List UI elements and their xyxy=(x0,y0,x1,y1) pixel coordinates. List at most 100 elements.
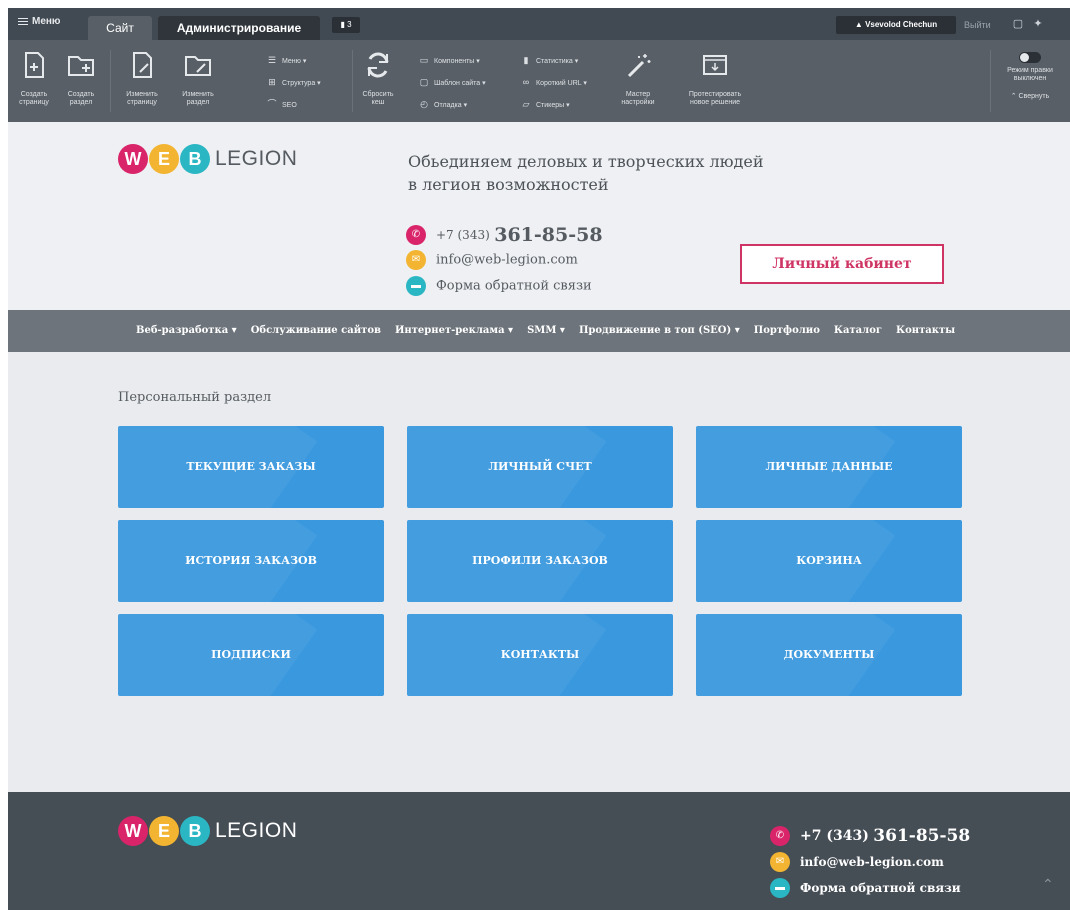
stickers-item[interactable]: ▱ Стикеры ▾ xyxy=(520,98,570,110)
scroll-top-icon[interactable]: ⌃ xyxy=(1042,876,1054,893)
admin-topbar: Меню Сайт Администрирование ▮ 3 ▲ Vsevol… xyxy=(8,8,1070,40)
wizard-label: Мастер настройки xyxy=(621,91,655,106)
notifications-button[interactable]: ▮ 3 xyxy=(332,17,360,33)
new-folder-icon xyxy=(68,56,94,76)
tile-order-profiles[interactable]: ПРОФИЛИ ЗАКАЗОВ xyxy=(407,520,673,602)
admin-menu-button[interactable]: Меню xyxy=(18,16,60,27)
edit-page-icon xyxy=(133,52,152,78)
chat-icon: ▬ xyxy=(770,878,790,898)
site-logo[interactable]: W E B LEGION xyxy=(118,144,297,174)
logout-link[interactable]: Выйти xyxy=(964,20,991,30)
logo-letter-w: W xyxy=(118,816,148,846)
section-title: Персональный раздел xyxy=(118,390,272,405)
email-text: info@web-legion.com xyxy=(436,252,578,268)
footer-logo[interactable]: W E B LEGION xyxy=(118,816,297,846)
logo-letter-e: E xyxy=(149,816,179,846)
menu-item-label: Меню xyxy=(282,58,301,65)
footer-email-text: info@web-legion.com xyxy=(800,855,944,869)
header-email[interactable]: ✉ info@web-legion.com xyxy=(406,250,578,270)
chat-icon: ▬ xyxy=(406,276,426,296)
pin-icon[interactable]: ✦ xyxy=(1032,18,1044,30)
logo-letter-b: B xyxy=(180,144,210,174)
magic-wand-icon xyxy=(627,54,651,78)
nav-items: Веб-разработка ▾ Обслуживание сайтов Интер… xyxy=(136,310,969,352)
tab-administration[interactable]: Администрирование xyxy=(158,16,320,40)
main-nav: Веб-разработка ▾ Обслуживание сайтов Интер… xyxy=(8,310,1070,352)
personal-cabinet-button[interactable]: Личный кабинет xyxy=(740,244,944,284)
footer-phone[interactable]: ✆ +7 (343) 361-85-58 xyxy=(770,826,970,846)
nav-item-maintenance[interactable]: Обслуживание сайтов xyxy=(251,325,381,336)
nav-item-web-dev[interactable]: Веб-разработка ▾ xyxy=(136,325,237,336)
footer-feedback[interactable]: ▬ Форма обратной связи xyxy=(770,878,961,898)
toggle-switch[interactable] xyxy=(1019,52,1041,63)
tile-personal-account[interactable]: ЛИЧНЫЙ СЧЕТ xyxy=(407,426,673,508)
short-url-label: Короткий URL xyxy=(536,80,582,87)
page-frame: Меню Сайт Администрирование ▮ 3 ▲ Vsevol… xyxy=(8,8,1070,910)
tile-documents[interactable]: ДОКУМЕНТЫ xyxy=(696,614,962,696)
slogan-line-2: в легион возможностей xyxy=(408,175,609,194)
short-url-item[interactable]: ∞ Короткий URL ▾ xyxy=(520,76,587,88)
toolbar-separator xyxy=(352,50,353,112)
user-name: Vsevolod Chechun xyxy=(865,20,938,29)
structure-item[interactable]: ⊞ Структура ▾ xyxy=(266,76,320,88)
logo-letter-b: B xyxy=(180,816,210,846)
email-icon: ✉ xyxy=(406,250,426,270)
menu-item[interactable]: ☰ Меню ▾ xyxy=(266,54,306,66)
edit-mode-toggle[interactable]: Режим правки выключен ⌃ Свернуть xyxy=(996,40,1064,122)
statistics-item-label: Статистика xyxy=(536,58,573,65)
notifications-count: 3 xyxy=(347,20,352,29)
statistics-item[interactable]: ▮ Статистика ▾ xyxy=(520,54,579,66)
footer-phone-number: 361-85-58 xyxy=(873,826,971,846)
debug-icon: ◴ xyxy=(420,99,428,109)
user-button[interactable]: ▲ Vsevolod Chechun xyxy=(836,16,956,34)
create-page-button[interactable]: Создать страницу xyxy=(14,40,54,122)
edit-page-button[interactable]: Изменить страницу xyxy=(116,40,168,122)
create-section-button[interactable]: Создать раздел xyxy=(60,40,102,122)
nav-item-ads[interactable]: Интернет-реклама ▾ xyxy=(395,325,513,336)
tile-subscriptions[interactable]: ПОДПИСКИ xyxy=(118,614,384,696)
collapse-button[interactable]: ⌃ Свернуть xyxy=(996,93,1064,101)
tab-site[interactable]: Сайт xyxy=(88,16,152,40)
footer-phone-prefix: +7 (343) xyxy=(800,828,869,844)
site-template-item[interactable]: ▢ Шаблон сайта ▾ xyxy=(418,76,486,88)
reset-cache-button[interactable]: Сбросить кеш xyxy=(354,40,402,122)
seo-item[interactable]: ⌒ SEO xyxy=(266,98,296,110)
chart-line-icon: ⌒ xyxy=(267,99,277,109)
footer-email[interactable]: ✉ info@web-legion.com xyxy=(770,852,944,872)
list-icon: ☰ xyxy=(267,55,277,65)
nav-item-seo[interactable]: Продвижение в топ (SEO) ▾ xyxy=(579,325,740,336)
debug-item[interactable]: ◴ Отладка ▾ xyxy=(418,98,467,110)
components-item[interactable]: ▭ Компоненты ▾ xyxy=(418,54,480,66)
refresh-icon xyxy=(367,52,389,78)
footer-feedback-text: Форма обратной связи xyxy=(800,881,961,895)
edit-mode-label: Режим правки выключен xyxy=(1007,67,1053,82)
feedback-text: Форма обратной связи xyxy=(436,278,592,294)
logo-text: LEGION xyxy=(215,147,298,170)
admin-toolbar: Создать страницу Создать раздел Изменить… xyxy=(8,40,1070,122)
sticker-icon: ▱ xyxy=(522,99,530,109)
header-feedback[interactable]: ▬ Форма обратной связи xyxy=(406,276,592,296)
tile-order-history[interactable]: ИСТОРИЯ ЗАКАЗОВ xyxy=(118,520,384,602)
tile-cart[interactable]: КОРЗИНА xyxy=(696,520,962,602)
nav-item-contacts[interactable]: Контакты xyxy=(896,325,955,336)
hamburger-icon xyxy=(18,16,28,27)
wizard-button[interactable]: Мастер настройки xyxy=(614,40,662,122)
nav-item-portfolio[interactable]: Портфолио xyxy=(754,325,820,336)
tile-contacts[interactable]: КОНТАКТЫ xyxy=(407,614,673,696)
structure-icon: ⊞ xyxy=(268,77,276,87)
nav-item-smm[interactable]: SMM ▾ xyxy=(527,325,565,336)
components-icon: ▭ xyxy=(419,55,429,65)
stickers-item-label: Стикеры xyxy=(536,102,565,109)
header-phone[interactable]: ✆ +7 (343) 361-85-58 xyxy=(406,224,603,246)
create-section-label: Создать раздел xyxy=(67,91,95,106)
bar-chart-icon: ▮ xyxy=(523,55,529,65)
site-template-label: Шаблон сайта xyxy=(434,80,481,87)
test-solution-label: Протестировать новое решение xyxy=(688,91,742,106)
phone-prefix: +7 (343) xyxy=(436,228,490,242)
nav-item-catalog[interactable]: Каталог xyxy=(834,325,882,336)
tile-personal-data[interactable]: ЛИЧНЫЕ ДАННЫЕ xyxy=(696,426,962,508)
window-icon[interactable]: ▢ xyxy=(1012,18,1024,30)
tile-current-orders[interactable]: ТЕКУЩИЕ ЗАКАЗЫ xyxy=(118,426,384,508)
test-solution-button[interactable]: Протестировать новое решение xyxy=(680,40,750,122)
edit-section-button[interactable]: Изменить раздел xyxy=(172,40,224,122)
